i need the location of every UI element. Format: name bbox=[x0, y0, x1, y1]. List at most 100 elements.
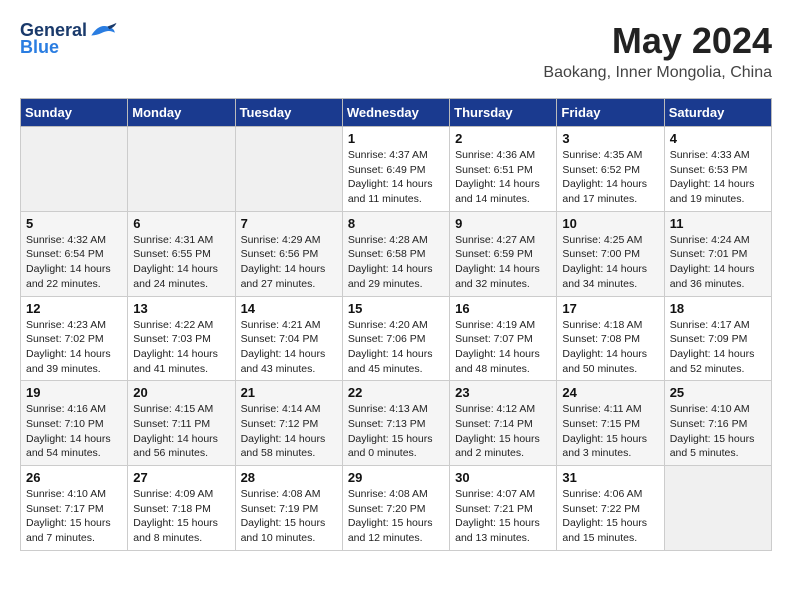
calendar-cell: 3Sunrise: 4:35 AMSunset: 6:52 PMDaylight… bbox=[557, 127, 664, 212]
day-info: Sunrise: 4:36 AMSunset: 6:51 PMDaylight:… bbox=[455, 148, 551, 207]
calendar-cell: 2 Sunrise: 4:36 AMSunset: 6:51 PMDaylight… bbox=[450, 127, 557, 212]
day-number: 1 bbox=[348, 131, 444, 146]
day-number: 15 bbox=[348, 301, 444, 316]
day-number: 4 bbox=[670, 131, 766, 146]
page-header: General Blue May 2024 Baokang, Inner Mon… bbox=[20, 20, 772, 82]
day-number: 13 bbox=[133, 301, 229, 316]
calendar-cell: 24Sunrise: 4:11 AMSunset: 7:15 PMDayligh… bbox=[557, 381, 664, 466]
calendar-cell: 14 Sunrise: 4:21 AMSunset: 7:04 PMDayligh… bbox=[235, 296, 342, 381]
day-info: Sunrise: 4:21 AMSunset: 7:04 PMDaylight:… bbox=[241, 318, 337, 377]
day-info: Sunrise: 4:19 AMSunset: 7:07 PMDaylight:… bbox=[455, 318, 551, 377]
calendar-cell: 28Sunrise: 4:08 AMSunset: 7:19 PMDayligh… bbox=[235, 466, 342, 551]
week-row-5: 26 Sunrise: 4:10 AMSunset: 7:17 PMDayligh… bbox=[21, 466, 772, 551]
location-title: Baokang, Inner Mongolia, China bbox=[543, 64, 772, 82]
day-number: 2 bbox=[455, 131, 551, 146]
day-number: 10 bbox=[562, 216, 658, 231]
day-number: 23 bbox=[455, 385, 551, 400]
day-header-wednesday: Wednesday bbox=[342, 99, 449, 127]
day-header-saturday: Saturday bbox=[664, 99, 771, 127]
day-number: 6 bbox=[133, 216, 229, 231]
day-info: Sunrise: 4:12 AMSunset: 7:14 PMDaylight:… bbox=[455, 402, 551, 461]
day-header-tuesday: Tuesday bbox=[235, 99, 342, 127]
week-row-4: 19 Sunrise: 4:16 AMSunset: 7:10 PMDayligh… bbox=[21, 381, 772, 466]
calendar-cell: 6 Sunrise: 4:31 AMSunset: 6:55 PMDaylight… bbox=[128, 211, 235, 296]
day-header-monday: Monday bbox=[128, 99, 235, 127]
day-header-thursday: Thursday bbox=[450, 99, 557, 127]
day-info: Sunrise: 4:24 AMSunset: 7:01 PMDaylight:… bbox=[670, 233, 766, 292]
calendar-cell: 5 Sunrise: 4:32 AMSunset: 6:54 PMDaylight… bbox=[21, 211, 128, 296]
day-number: 19 bbox=[26, 385, 122, 400]
day-number: 3 bbox=[562, 131, 658, 146]
calendar-cell: 10 Sunrise: 4:25 AMSunset: 7:00 PMDayligh… bbox=[557, 211, 664, 296]
calendar-cell: 12 Sunrise: 4:23 AMSunset: 7:02 PMDayligh… bbox=[21, 296, 128, 381]
calendar-cell: 17Sunrise: 4:18 AMSunset: 7:08 PMDayligh… bbox=[557, 296, 664, 381]
day-info: Sunrise: 4:20 AMSunset: 7:06 PMDaylight:… bbox=[348, 318, 444, 377]
calendar-cell bbox=[21, 127, 128, 212]
day-number: 24 bbox=[562, 385, 658, 400]
day-info: Sunrise: 4:14 AMSunset: 7:12 PMDaylight:… bbox=[241, 402, 337, 461]
day-info: Sunrise: 4:06 AMSunset: 7:22 PMDaylight:… bbox=[562, 487, 658, 546]
calendar-cell: 9 Sunrise: 4:27 AMSunset: 6:59 PMDaylight… bbox=[450, 211, 557, 296]
calendar-cell: 16Sunrise: 4:19 AMSunset: 7:07 PMDayligh… bbox=[450, 296, 557, 381]
title-block: May 2024 Baokang, Inner Mongolia, China bbox=[543, 20, 772, 82]
logo-bird-icon bbox=[89, 22, 117, 40]
day-info: Sunrise: 4:10 AMSunset: 7:16 PMDaylight:… bbox=[670, 402, 766, 461]
calendar-cell: 26 Sunrise: 4:10 AMSunset: 7:17 PMDayligh… bbox=[21, 466, 128, 551]
day-info: Sunrise: 4:31 AMSunset: 6:55 PMDaylight:… bbox=[133, 233, 229, 292]
day-info: Sunrise: 4:08 AMSunset: 7:20 PMDaylight:… bbox=[348, 487, 444, 546]
day-number: 20 bbox=[133, 385, 229, 400]
day-info: Sunrise: 4:29 AMSunset: 6:56 PMDaylight:… bbox=[241, 233, 337, 292]
days-of-week-row: SundayMondayTuesdayWednesdayThursdayFrid… bbox=[21, 99, 772, 127]
calendar-table: SundayMondayTuesdayWednesdayThursdayFrid… bbox=[20, 98, 772, 551]
day-number: 28 bbox=[241, 470, 337, 485]
calendar-cell: 21 Sunrise: 4:14 AMSunset: 7:12 PMDayligh… bbox=[235, 381, 342, 466]
day-info: Sunrise: 4:18 AMSunset: 7:08 PMDaylight:… bbox=[562, 318, 658, 377]
month-title: May 2024 bbox=[543, 20, 772, 62]
calendar-cell: 29Sunrise: 4:08 AMSunset: 7:20 PMDayligh… bbox=[342, 466, 449, 551]
calendar-header: SundayMondayTuesdayWednesdayThursdayFrid… bbox=[21, 99, 772, 127]
calendar-cell: 31 Sunrise: 4:06 AMSunset: 7:22 PMDayligh… bbox=[557, 466, 664, 551]
day-number: 9 bbox=[455, 216, 551, 231]
calendar-cell: 4 Sunrise: 4:33 AMSunset: 6:53 PMDaylight… bbox=[664, 127, 771, 212]
calendar-cell: 15 Sunrise: 4:20 AMSunset: 7:06 PMDayligh… bbox=[342, 296, 449, 381]
calendar-cell: 30Sunrise: 4:07 AMSunset: 7:21 PMDayligh… bbox=[450, 466, 557, 551]
logo: General Blue bbox=[20, 20, 117, 58]
calendar-cell: 23 Sunrise: 4:12 AMSunset: 7:14 PMDayligh… bbox=[450, 381, 557, 466]
day-number: 31 bbox=[562, 470, 658, 485]
day-number: 22 bbox=[348, 385, 444, 400]
calendar-cell: 7 Sunrise: 4:29 AMSunset: 6:56 PMDaylight… bbox=[235, 211, 342, 296]
calendar-cell: 25Sunrise: 4:10 AMSunset: 7:16 PMDayligh… bbox=[664, 381, 771, 466]
calendar-cell: 11 Sunrise: 4:24 AMSunset: 7:01 PMDayligh… bbox=[664, 211, 771, 296]
day-info: Sunrise: 4:27 AMSunset: 6:59 PMDaylight:… bbox=[455, 233, 551, 292]
calendar-cell: 22 Sunrise: 4:13 AMSunset: 7:13 PMDayligh… bbox=[342, 381, 449, 466]
day-number: 11 bbox=[670, 216, 766, 231]
day-number: 18 bbox=[670, 301, 766, 316]
day-info: Sunrise: 4:32 AMSunset: 6:54 PMDaylight:… bbox=[26, 233, 122, 292]
calendar-body: 1Sunrise: 4:37 AMSunset: 6:49 PMDaylight… bbox=[21, 127, 772, 551]
day-number: 5 bbox=[26, 216, 122, 231]
day-info: Sunrise: 4:09 AMSunset: 7:18 PMDaylight:… bbox=[133, 487, 229, 546]
day-info: Sunrise: 4:23 AMSunset: 7:02 PMDaylight:… bbox=[26, 318, 122, 377]
calendar-cell: 13 Sunrise: 4:22 AMSunset: 7:03 PMDayligh… bbox=[128, 296, 235, 381]
day-number: 27 bbox=[133, 470, 229, 485]
day-info: Sunrise: 4:13 AMSunset: 7:13 PMDaylight:… bbox=[348, 402, 444, 461]
day-info: Sunrise: 4:33 AMSunset: 6:53 PMDaylight:… bbox=[670, 148, 766, 207]
calendar-cell: 8Sunrise: 4:28 AMSunset: 6:58 PMDaylight… bbox=[342, 211, 449, 296]
week-row-1: 1Sunrise: 4:37 AMSunset: 6:49 PMDaylight… bbox=[21, 127, 772, 212]
logo-blue-text: Blue bbox=[20, 37, 59, 58]
day-info: Sunrise: 4:16 AMSunset: 7:10 PMDaylight:… bbox=[26, 402, 122, 461]
week-row-2: 5 Sunrise: 4:32 AMSunset: 6:54 PMDaylight… bbox=[21, 211, 772, 296]
day-info: Sunrise: 4:22 AMSunset: 7:03 PMDaylight:… bbox=[133, 318, 229, 377]
day-info: Sunrise: 4:10 AMSunset: 7:17 PMDaylight:… bbox=[26, 487, 122, 546]
day-info: Sunrise: 4:07 AMSunset: 7:21 PMDaylight:… bbox=[455, 487, 551, 546]
day-number: 7 bbox=[241, 216, 337, 231]
day-info: Sunrise: 4:25 AMSunset: 7:00 PMDaylight:… bbox=[562, 233, 658, 292]
calendar-cell: 19 Sunrise: 4:16 AMSunset: 7:10 PMDayligh… bbox=[21, 381, 128, 466]
calendar-cell: 27 Sunrise: 4:09 AMSunset: 7:18 PMDayligh… bbox=[128, 466, 235, 551]
day-number: 26 bbox=[26, 470, 122, 485]
day-number: 21 bbox=[241, 385, 337, 400]
calendar-cell: 1Sunrise: 4:37 AMSunset: 6:49 PMDaylight… bbox=[342, 127, 449, 212]
day-number: 12 bbox=[26, 301, 122, 316]
day-number: 14 bbox=[241, 301, 337, 316]
day-info: Sunrise: 4:17 AMSunset: 7:09 PMDaylight:… bbox=[670, 318, 766, 377]
